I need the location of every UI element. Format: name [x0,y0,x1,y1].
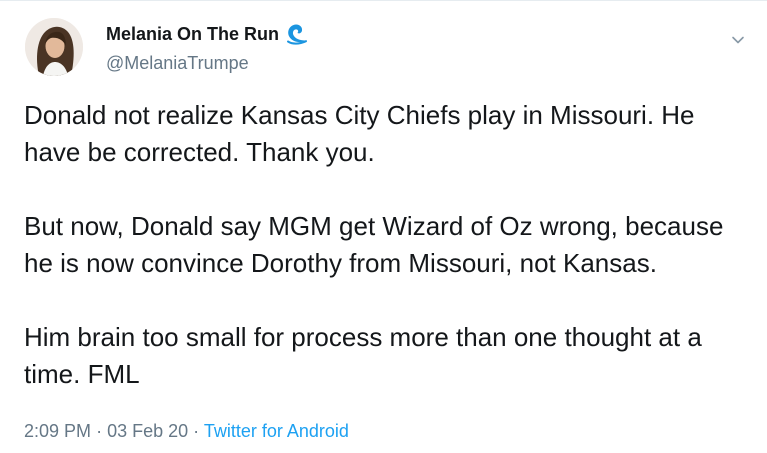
tweet-date[interactable]: 03 Feb 20 [107,421,188,441]
avatar[interactable] [25,18,83,76]
author-name-row: Melania On The Run [106,22,309,46]
tweet-time[interactable]: 2:09 PM [24,421,91,441]
tweet-source-link[interactable]: Twitter for Android [204,421,349,441]
meta-separator: · [96,421,103,441]
author-display-name[interactable]: Melania On The Run [106,24,279,45]
tweet-paragraph: But now, Donald say MGM get Wizard of Oz… [24,211,724,278]
tweet-meta: 2:09 PM · 03 Feb 20 · Twitter for Androi… [24,421,349,442]
top-divider [0,0,767,1]
author-handle[interactable]: @MelaniaTrumpe [106,53,249,74]
wave-icon [285,22,309,46]
tweet-paragraph: Him brain too small for process more tha… [24,322,702,389]
tweet-text: Donald not realize Kansas City Chiefs pl… [24,97,754,393]
meta-separator: · [193,421,200,441]
chevron-down-icon[interactable] [730,32,746,48]
avatar-image [25,18,83,76]
tweet-paragraph: Donald not realize Kansas City Chiefs pl… [24,100,695,167]
